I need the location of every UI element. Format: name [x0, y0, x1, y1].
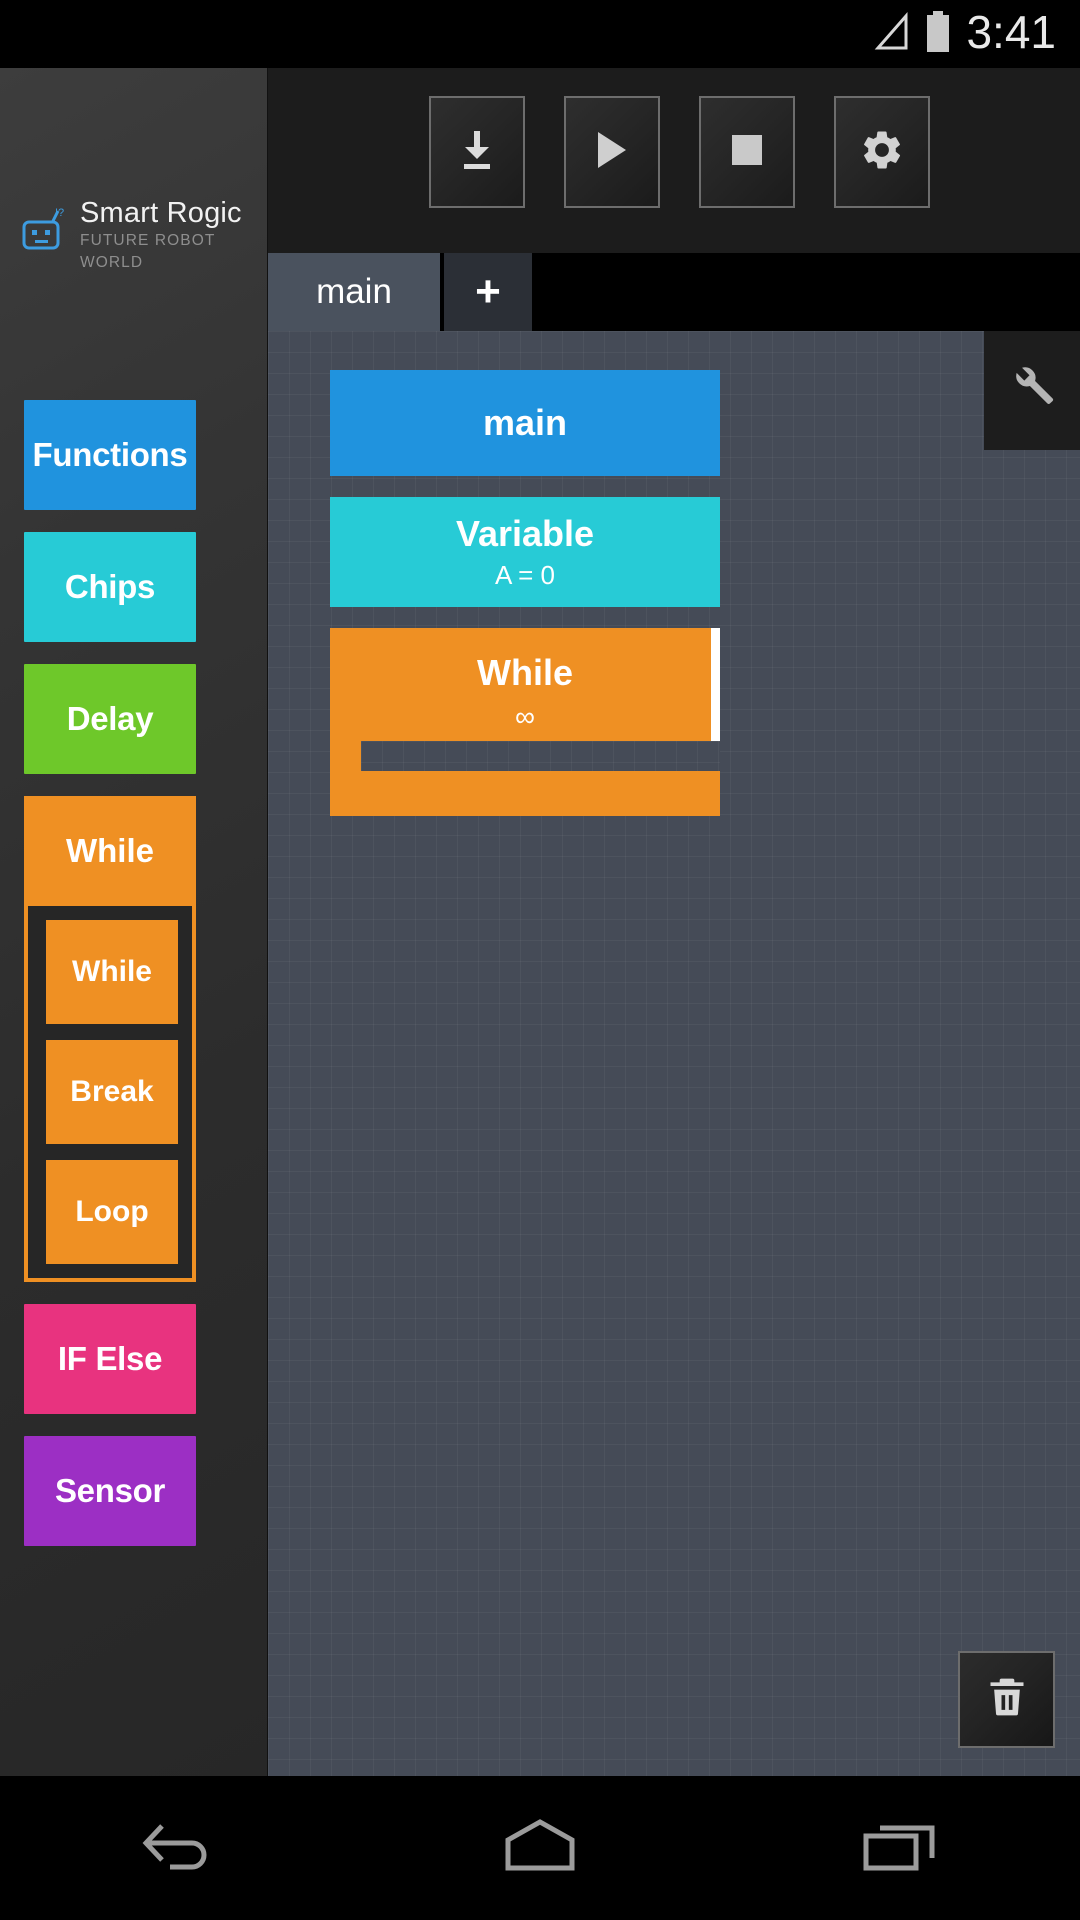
run-button[interactable] — [564, 96, 660, 208]
palette-block-label: While — [66, 832, 154, 869]
recents-icon — [860, 1816, 940, 1881]
download-icon — [455, 127, 499, 178]
program-canvas[interactable]: main Variable A = 0 While ∞ — [268, 331, 1080, 1776]
palette-block-label: Loop — [75, 1195, 149, 1228]
tab-label: main — [316, 272, 392, 311]
palette-subblock-break[interactable]: Break — [46, 1040, 178, 1144]
back-icon — [134, 1816, 226, 1881]
palette-block-label: Chips — [64, 568, 156, 605]
svg-text:!?: !? — [55, 207, 64, 219]
palette-block-functions[interactable]: Functions — [24, 400, 196, 510]
canvas-block-while[interactable]: While ∞ — [330, 628, 720, 816]
robot-head-icon: !? — [22, 206, 70, 254]
home-icon — [500, 1816, 580, 1881]
phone-screen: 3:41 !? Smart Rogic FUTURE ROBOT WORLD F… — [0, 0, 1080, 1920]
download-button[interactable] — [429, 96, 525, 208]
palette-subblock-loop[interactable]: Loop — [46, 1160, 178, 1264]
block-palette: Functions Chips Delay While While Break — [24, 400, 196, 1568]
nav-back-button[interactable] — [0, 1816, 360, 1881]
palette-block-label: Functions — [32, 436, 188, 473]
canvas-block-title: While — [477, 652, 573, 693]
canvas-block-subtitle: ∞ — [515, 701, 535, 732]
stop-icon — [730, 133, 764, 172]
tab-bar: main + — [268, 253, 536, 331]
canvas-block-title: main — [482, 402, 568, 443]
canvas-block-variable[interactable]: Variable A = 0 — [330, 497, 720, 607]
canvas-block-selection-bar — [711, 628, 720, 741]
wrench-icon — [1009, 362, 1055, 413]
tab-main[interactable]: main — [268, 253, 440, 331]
palette-block-label: Sensor — [54, 1472, 166, 1509]
palette-block-chips[interactable]: Chips — [24, 532, 196, 642]
top-toolbar — [268, 68, 1080, 253]
palette-block-while-header[interactable]: While — [24, 796, 196, 906]
stop-button[interactable] — [699, 96, 795, 208]
canvas-block-inner-slot[interactable] — [361, 741, 720, 771]
palette-block-label: While — [72, 955, 152, 988]
palette-subblock-while[interactable]: While — [46, 920, 178, 1024]
palette-block-label: Break — [70, 1075, 154, 1108]
palette-block-if-else[interactable]: IF Else — [24, 1304, 196, 1414]
sidebar: !? Smart Rogic FUTURE ROBOT WORLD Functi… — [0, 68, 268, 1776]
canvas-block-title: Variable — [455, 513, 595, 554]
app-logo: !? Smart Rogic FUTURE ROBOT WORLD — [22, 198, 267, 274]
settings-button[interactable] — [834, 96, 930, 208]
palette-block-label: IF Else — [57, 1340, 163, 1377]
delete-button[interactable] — [958, 1651, 1055, 1748]
status-bar: 3:41 — [0, 0, 1080, 68]
palette-group-while-body: While Break Loop — [28, 906, 192, 1278]
plus-icon: + — [475, 267, 501, 316]
gear-icon — [859, 127, 905, 178]
nav-home-button[interactable] — [360, 1816, 720, 1881]
palette-block-label: Delay — [66, 700, 154, 737]
palette-block-delay[interactable]: Delay — [24, 664, 196, 774]
canvas-block-main[interactable]: main — [330, 370, 720, 476]
logo-brand-text: Smart Rogic — [80, 197, 242, 229]
canvas-block-subtitle: A = 0 — [495, 560, 555, 590]
android-navigation-bar — [0, 1776, 1080, 1920]
tab-add-new[interactable]: + — [444, 253, 532, 331]
palette-group-while: While While Break Loop — [24, 796, 196, 1282]
logo-tagline-text: FUTURE ROBOT WORLD — [80, 232, 216, 271]
canvas-tool-panel[interactable] — [984, 331, 1080, 450]
palette-block-sensor[interactable]: Sensor — [24, 1436, 196, 1546]
battery-full-icon — [924, 10, 952, 59]
trash-icon — [985, 1674, 1029, 1725]
play-icon — [592, 128, 632, 177]
signal-triangle-icon — [874, 11, 910, 57]
status-bar-clock: 3:41 — [966, 6, 1056, 58]
nav-recents-button[interactable] — [720, 1816, 1080, 1881]
